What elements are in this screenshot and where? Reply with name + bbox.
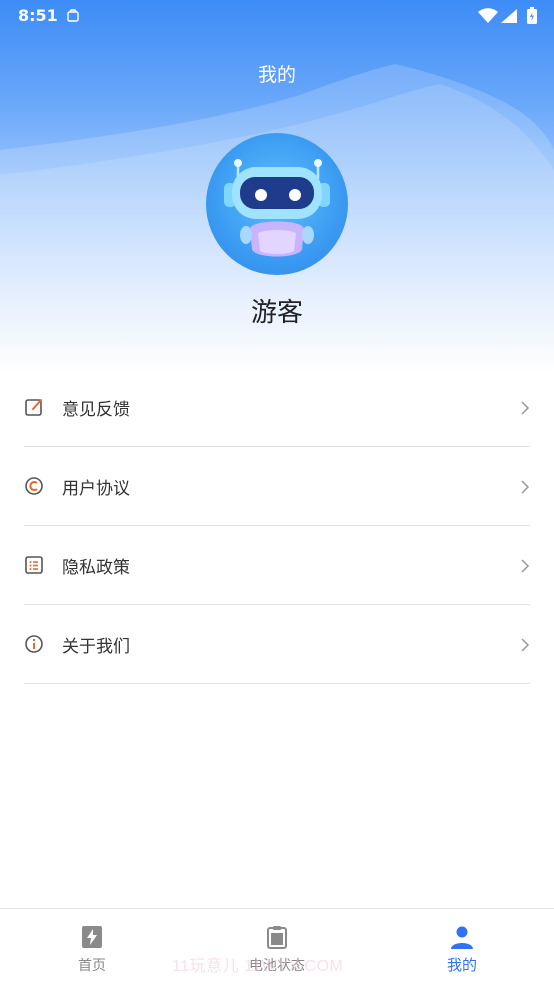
tab-home[interactable]: 首页 — [32, 909, 152, 985]
chevron-right-icon — [521, 559, 530, 573]
signal-icon — [501, 9, 517, 23]
edit-icon — [25, 399, 42, 416]
person-icon — [451, 926, 473, 949]
robot-avatar-icon — [224, 159, 330, 257]
menu-item-label: 用户协议 — [62, 479, 130, 499]
battery-icon — [527, 7, 537, 24]
chevron-right-icon — [521, 638, 530, 652]
info-icon — [25, 635, 43, 653]
menu-item-label: 意见反馈 — [62, 400, 130, 420]
tab-mine[interactable]: 我的 — [402, 909, 522, 985]
status-time: 8:51 — [18, 6, 58, 25]
username: 游客 — [250, 298, 303, 328]
page-title: 我的 — [257, 64, 296, 86]
avatar[interactable] — [206, 133, 348, 275]
clipboard-icon — [267, 926, 287, 949]
status-bar: 8:51 — [0, 0, 554, 32]
chevron-right-icon — [521, 401, 530, 415]
wifi-icon — [478, 8, 498, 23]
lightning-book-icon — [82, 926, 102, 948]
watermark: 11玩意儿 11WYX.COM — [172, 958, 344, 975]
menu-item-feedback[interactable]: 意见反馈 — [24, 368, 530, 447]
menu-item-about-us[interactable]: 关于我们 — [24, 605, 530, 684]
profile-header: 8:51 我的 游客 — [0, 0, 554, 372]
copyright-icon — [25, 477, 43, 495]
tab-label: 我的 — [446, 956, 477, 974]
notification-icon — [67, 9, 79, 22]
menu-item-user-agreement[interactable]: 用户协议 — [24, 447, 530, 526]
menu-item-label: 关于我们 — [62, 637, 130, 657]
menu-item-label: 隐私政策 — [62, 558, 130, 578]
chevron-right-icon — [521, 480, 530, 494]
list-icon — [25, 556, 43, 574]
tab-label: 首页 — [78, 958, 106, 974]
menu-item-privacy-policy[interactable]: 隐私政策 — [24, 526, 530, 605]
